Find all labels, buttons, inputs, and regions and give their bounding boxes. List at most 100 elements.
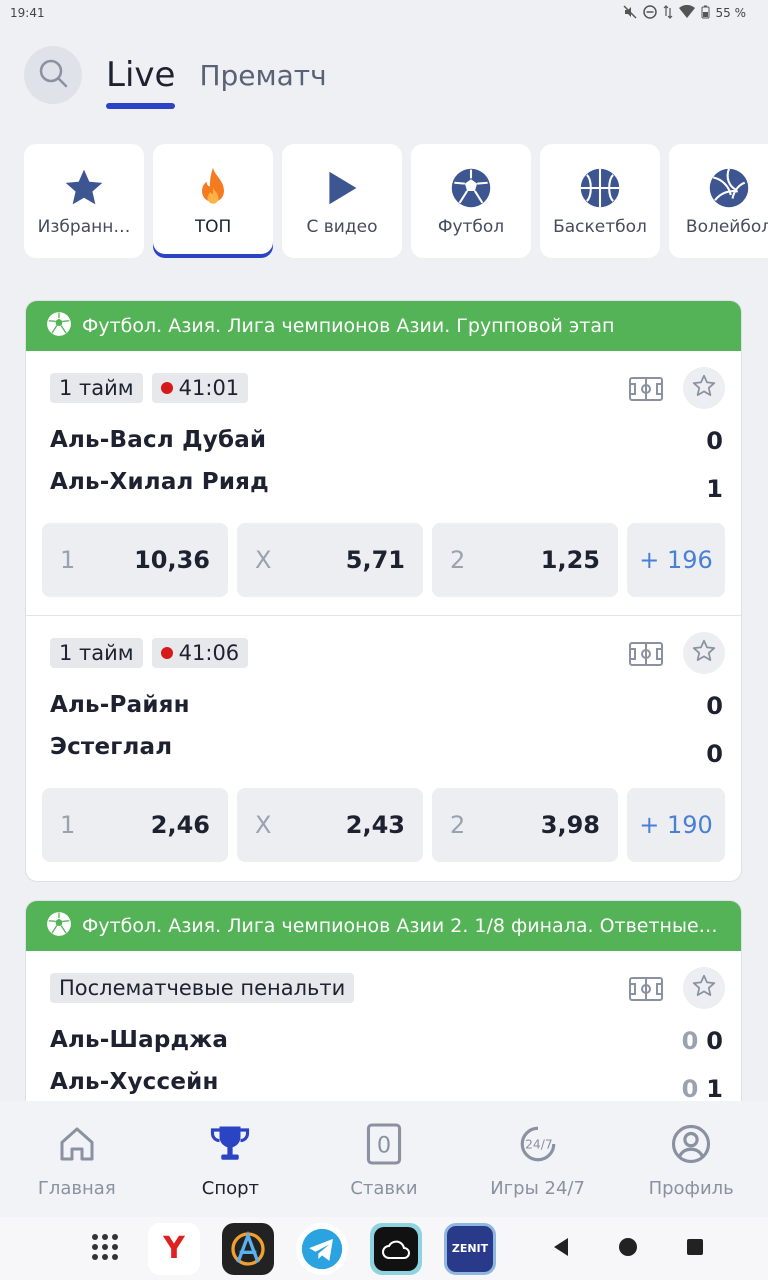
home-icon <box>57 1120 97 1168</box>
system-nav-buttons <box>552 1237 704 1261</box>
odds-row: 1 10,36 X 5,71 2 1,25 + 196 <box>42 523 725 597</box>
star-icon <box>62 165 106 211</box>
zenit-app-icon[interactable]: ZENIT <box>444 1222 496 1275</box>
match-tags: Послематчевые пенальти <box>50 973 355 1003</box>
wifi-icon <box>678 4 695 22</box>
nav-label: Игры 24/7 <box>490 1177 585 1199</box>
team-home: Аль-Райян <box>50 692 190 718</box>
system-navigation-bar: Y ZENIT <box>0 1217 768 1280</box>
soccer-ball-icon <box>46 911 72 942</box>
odd-value: 10,36 <box>134 546 210 574</box>
league-card: Футбол. Азия. Лига чемпионов Азии 2. 1/8… <box>25 900 742 1130</box>
league-title: Футбол. Азия. Лига чемпионов Азии. Групп… <box>82 315 615 337</box>
score-away-current: 1 <box>706 1075 723 1103</box>
games-24-7-icon: 24/7 <box>517 1120 559 1168</box>
back-icon[interactable] <box>552 1237 570 1261</box>
odd-button-2[interactable]: 2 1,25 <box>432 523 618 597</box>
match-time: 41:06 <box>178 641 240 665</box>
score-home: 0 <box>706 692 723 720</box>
search-icon <box>38 58 68 92</box>
match-row[interactable]: 1 тайм 41:06 Аль-Райян Эстеглал 0 0 1 2,4… <box>26 616 741 881</box>
live-dot-icon <box>160 647 173 659</box>
battery-icon <box>701 5 710 22</box>
category-label: Избранн… <box>37 217 131 237</box>
league-card: Футбол. Азия. Лига чемпионов Азии. Групп… <box>25 300 742 882</box>
score-home: 0 <box>706 427 723 455</box>
category-basketball[interactable]: Баскетбол <box>540 144 660 258</box>
favorite-button[interactable] <box>683 632 725 674</box>
battery-level: 55 % <box>715 6 747 20</box>
odd-button-2[interactable]: 2 3,98 <box>432 788 618 862</box>
favorite-button[interactable] <box>683 967 725 1009</box>
active-tab-indicator <box>106 103 176 109</box>
recents-icon[interactable] <box>686 1238 704 1260</box>
odd-key: 2 <box>450 811 466 839</box>
app-drawer-icon[interactable] <box>90 1232 120 1266</box>
field-icon[interactable] <box>629 377 663 405</box>
live-time-badge: 41:06 <box>151 638 249 668</box>
search-button[interactable] <box>24 46 82 104</box>
odd-value: 3,98 <box>540 811 600 839</box>
tab-prematch[interactable]: Прематч <box>199 43 326 107</box>
cloud-app-icon[interactable] <box>370 1222 422 1275</box>
nav-games[interactable]: 24/7 Игры 24/7 <box>463 1120 613 1199</box>
odd-key: X <box>255 546 272 574</box>
category-favorites[interactable]: Избранн… <box>24 144 144 258</box>
play-icon <box>324 165 360 211</box>
odd-button-1[interactable]: 1 10,36 <box>42 523 228 597</box>
league-header[interactable]: Футбол. Азия. Лига чемпионов Азии 2. 1/8… <box>26 901 741 951</box>
nav-label: Профиль <box>648 1177 734 1199</box>
nav-label: Ставки <box>350 1177 418 1199</box>
soccer-ball-icon <box>46 311 72 342</box>
bottom-navigation: Главная Спорт 0 Ставки 24/7 Игры 24/7 Пр… <box>0 1101 768 1217</box>
score-away-prev: 0 <box>681 1075 699 1103</box>
trophy-icon <box>209 1120 251 1168</box>
nav-label: Спорт <box>201 1177 260 1199</box>
league-title: Футбол. Азия. Лига чемпионов Азии 2. 1/8… <box>82 915 722 937</box>
category-football[interactable]: Футбол <box>411 144 531 258</box>
odd-button-x[interactable]: X 5,71 <box>237 523 423 597</box>
league-header[interactable]: Футбол. Азия. Лига чемпионов Азии. Групп… <box>26 301 741 351</box>
field-icon[interactable] <box>629 642 663 670</box>
nav-sport[interactable]: Спорт <box>155 1120 305 1199</box>
score-away: 0 <box>706 740 723 768</box>
odd-value: 2,43 <box>345 811 405 839</box>
favorite-button[interactable] <box>683 367 725 409</box>
live-time-badge: 41:01 <box>151 373 249 403</box>
data-arrows-icon <box>663 4 673 22</box>
category-video[interactable]: С видео <box>282 144 402 258</box>
score-away: 01 <box>682 1075 723 1103</box>
nav-label: Главная <box>37 1177 116 1199</box>
team-away: Эстеглал <box>50 734 173 760</box>
soccer-ball-icon <box>450 165 492 211</box>
category-top[interactable]: ТОП <box>153 144 273 258</box>
nav-profile[interactable]: Профиль <box>616 1120 766 1199</box>
anarchy-app-icon[interactable] <box>222 1222 274 1275</box>
more-markets-button[interactable]: + 190 <box>627 788 725 862</box>
star-outline-icon <box>691 373 717 403</box>
dnd-icon <box>642 4 657 22</box>
odd-button-1[interactable]: 1 2,46 <box>42 788 228 862</box>
odd-key: 1 <box>60 811 76 839</box>
match-row[interactable]: 1 тайм 41:01 Аль-Васл Дубай Аль-Хилал Ри… <box>26 351 741 616</box>
live-dot-icon <box>160 382 173 394</box>
category-volleyball[interactable]: Волейбол <box>669 144 768 258</box>
bets-icon: 0 <box>365 1120 403 1168</box>
match-tags: 1 тайм 41:06 <box>50 638 249 668</box>
more-markets-button[interactable]: + 196 <box>627 523 725 597</box>
period-text: Послематчевые пенальти <box>59 976 346 1000</box>
mute-icon <box>622 4 637 22</box>
svg-text:24/7: 24/7 <box>525 1137 553 1151</box>
yandex-app-icon[interactable]: Y <box>148 1222 200 1275</box>
nav-bets[interactable]: 0 Ставки <box>309 1120 459 1199</box>
period-badge: Послематчевые пенальти <box>50 973 355 1003</box>
telegram-app-icon[interactable] <box>296 1222 348 1275</box>
tab-live[interactable]: Live <box>106 43 176 109</box>
nav-home[interactable]: Главная <box>2 1120 152 1199</box>
home-circle-icon[interactable] <box>618 1237 638 1261</box>
odd-button-x[interactable]: X 2,43 <box>237 788 423 862</box>
tab-live-label: Live <box>106 55 176 95</box>
field-icon[interactable] <box>629 977 663 1005</box>
odd-value: 1,25 <box>540 546 600 574</box>
category-label: С видео <box>306 217 378 237</box>
